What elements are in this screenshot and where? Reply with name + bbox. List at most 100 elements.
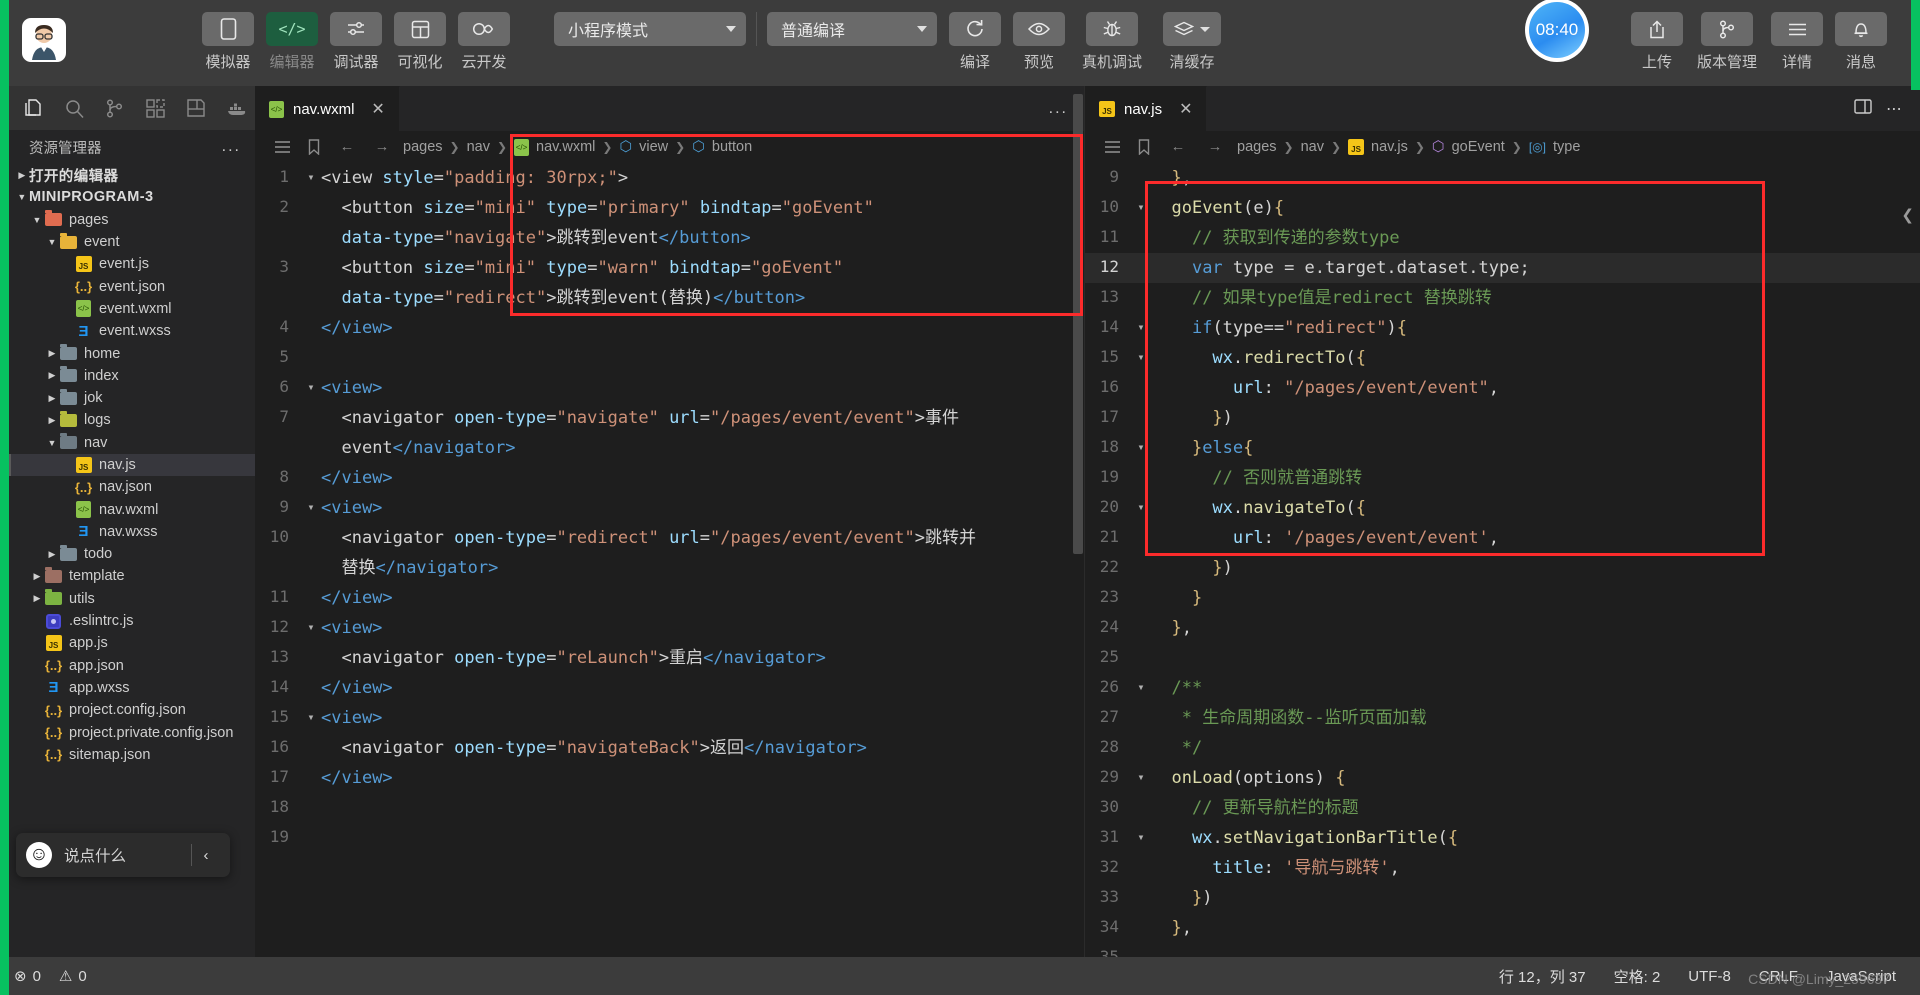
mode-select[interactable]: 小程序模式 xyxy=(554,12,746,46)
code-line[interactable]: 27 * 生命周期函数--监听页面加载 xyxy=(1085,703,1920,733)
code-line[interactable]: 22 }) xyxy=(1085,553,1920,583)
fold-toggle-icon[interactable] xyxy=(1131,523,1151,530)
tree-item-home[interactable]: ▶ home xyxy=(9,342,255,364)
fold-toggle-icon[interactable]: ▾ xyxy=(301,703,321,724)
fold-toggle-icon[interactable] xyxy=(301,313,321,320)
chevron-right-icon[interactable]: ▶ xyxy=(15,170,29,181)
chevron-right-icon[interactable]: ▶ xyxy=(45,393,59,404)
fold-toggle-icon[interactable]: ▾ xyxy=(301,373,321,394)
docker-icon[interactable] xyxy=(218,89,255,127)
nav-forward-icon[interactable]: → xyxy=(368,139,396,155)
list-icon[interactable] xyxy=(269,140,295,154)
fold-toggle-icon[interactable] xyxy=(1131,943,1151,950)
code-line[interactable]: 33 }) xyxy=(1085,883,1920,913)
editor-more-icon[interactable]: ⋯ xyxy=(1886,99,1904,119)
tab-nav-wxml[interactable]: </> nav.wxml ✕ xyxy=(255,86,400,131)
menu-icon[interactable] xyxy=(1771,12,1823,46)
code-line[interactable]: 8 </view> xyxy=(255,463,1084,493)
scrollbar-left[interactable] xyxy=(1072,86,1084,957)
source-control-icon[interactable] xyxy=(96,89,133,127)
code-line[interactable]: 7 <navigator open-type="navigate" url="/… xyxy=(255,403,1084,433)
fold-toggle-icon[interactable] xyxy=(301,643,321,650)
status-warnings[interactable]: ⚠ 0 xyxy=(59,967,87,986)
layers-icon[interactable] xyxy=(1163,12,1221,46)
fold-toggle-icon[interactable] xyxy=(301,523,321,530)
search-icon[interactable] xyxy=(56,89,93,127)
fold-toggle-icon[interactable] xyxy=(1131,223,1151,230)
fold-toggle-icon[interactable] xyxy=(1131,733,1151,740)
fold-toggle-icon[interactable] xyxy=(1131,373,1151,380)
debugger-icon[interactable] xyxy=(330,12,382,46)
tree-item-project-private-config-json[interactable]: {..} project.private.config.json xyxy=(9,721,255,743)
scrollbar-thumb[interactable] xyxy=(1073,94,1083,554)
fold-toggle-icon[interactable] xyxy=(1131,403,1151,410)
fold-toggle-icon[interactable] xyxy=(301,463,321,470)
close-icon[interactable]: ✕ xyxy=(371,99,384,119)
code-line[interactable]: 11 // 获取到传递的参数type xyxy=(1085,223,1920,253)
fold-toggle-icon[interactable] xyxy=(301,193,321,200)
breadcrumb-item[interactable]: type xyxy=(1553,139,1580,155)
code-line[interactable]: 21 url: '/pages/event/event', xyxy=(1085,523,1920,553)
code-line[interactable]: 25 xyxy=(1085,643,1920,673)
cloud-icon[interactable] xyxy=(458,12,510,46)
refresh-icon[interactable] xyxy=(949,12,1001,46)
fold-toggle-icon[interactable] xyxy=(301,583,321,590)
fold-toggle-icon[interactable] xyxy=(1131,703,1151,710)
code-line[interactable]: data-type="navigate">跳转到event</button> xyxy=(255,223,1084,253)
code-line[interactable]: 替换</navigator> xyxy=(255,553,1084,583)
nav-back-icon[interactable]: ← xyxy=(1163,139,1193,155)
tree-item-sitemap-json[interactable]: {..} sitemap.json xyxy=(9,744,255,766)
status-errors[interactable]: ⊗ 0 xyxy=(14,967,41,986)
toolbar-item-compile[interactable]: 编译 xyxy=(945,12,1005,72)
breadcrumb-item[interactable]: nav xyxy=(1301,139,1324,155)
fold-toggle-icon[interactable]: ▾ xyxy=(1131,313,1151,334)
code-line[interactable]: 15 ▾ wx.redirectTo({ xyxy=(1085,343,1920,373)
chat-widget[interactable]: ☺ 说点什么 ‹ xyxy=(16,833,230,877)
eye-icon[interactable] xyxy=(1013,12,1065,46)
chevron-right-icon[interactable]: ▶ xyxy=(30,593,44,604)
chevron-left-icon[interactable]: ‹ xyxy=(192,847,220,864)
toolbar-item-detail[interactable]: 详情 xyxy=(1767,12,1827,72)
code-line[interactable]: 3 <button size="mini" type="warn" bindta… xyxy=(255,253,1084,283)
breadcrumb-item[interactable]: pages xyxy=(1237,139,1277,155)
fold-toggle-icon[interactable] xyxy=(1131,583,1151,590)
toolbar-item-message[interactable]: 消息 xyxy=(1831,12,1891,72)
fold-toggle-icon[interactable] xyxy=(1131,853,1151,860)
fold-toggle-icon[interactable] xyxy=(1131,793,1151,800)
fold-toggle-icon[interactable] xyxy=(301,823,321,830)
tree-item-nav-wxss[interactable]: Ǝnav.wxss xyxy=(9,521,255,543)
tree-item-nav-js[interactable]: JS nav.js xyxy=(9,453,255,477)
code-line[interactable]: 10 ▾ goEvent(e){ xyxy=(1085,193,1920,223)
code-line[interactable]: 12 ▾ <view> xyxy=(255,613,1084,643)
code-line[interactable]: 19 // 否则就普通跳转 xyxy=(1085,463,1920,493)
code-line[interactable]: 32 title: '导航与跳转', xyxy=(1085,853,1920,883)
tree-item-pages[interactable]: ▼ pages xyxy=(9,209,255,231)
toolbar-item-upload[interactable]: 上传 xyxy=(1627,12,1687,72)
upload-icon[interactable] xyxy=(1631,12,1683,46)
tree-item-event[interactable]: ▼ event xyxy=(9,231,255,253)
sidebar-section-2[interactable]: ▼ MINIPROGRAM-3 xyxy=(9,186,255,208)
toolbar-item-editor[interactable]: </> 编辑器 xyxy=(262,12,322,72)
code-line[interactable]: 34 }, xyxy=(1085,913,1920,943)
fold-toggle-icon[interactable] xyxy=(301,673,321,680)
fold-toggle-icon[interactable] xyxy=(1131,613,1151,620)
toolbar-item-version[interactable]: 版本管理 xyxy=(1691,12,1763,72)
tree-item-app-js[interactable]: JS app.js xyxy=(9,632,255,654)
fold-toggle-icon[interactable] xyxy=(301,223,321,230)
status-indentation[interactable]: 空格: 2 xyxy=(1614,966,1661,987)
code-line[interactable]: 12 var type = e.target.dataset.type; xyxy=(1085,253,1920,283)
code-line[interactable]: data-type="redirect">跳转到event(替换)</butto… xyxy=(255,283,1084,313)
bell-icon[interactable] xyxy=(1835,12,1887,46)
tab-nav-js[interactable]: JS nav.js ✕ xyxy=(1085,86,1208,131)
close-icon[interactable]: ✕ xyxy=(1179,99,1192,119)
fold-toggle-icon[interactable] xyxy=(1131,553,1151,560)
fold-toggle-icon[interactable] xyxy=(301,793,321,800)
sidebar-section-1[interactable]: ▶ 打开的编辑器 xyxy=(9,164,255,186)
fold-toggle-icon[interactable]: ▾ xyxy=(1131,493,1151,514)
fold-toggle-icon[interactable]: ▾ xyxy=(301,493,321,514)
toolbar-item-device-debug[interactable]: 真机调试 xyxy=(1073,12,1151,72)
code-line[interactable]: 16 url: "/pages/event/event", xyxy=(1085,373,1920,403)
code-line[interactable]: 5 xyxy=(255,343,1084,373)
code-line[interactable]: 16 <navigator open-type="navigateBack">返… xyxy=(255,733,1084,763)
fold-toggle-icon[interactable]: ▾ xyxy=(1131,763,1151,784)
